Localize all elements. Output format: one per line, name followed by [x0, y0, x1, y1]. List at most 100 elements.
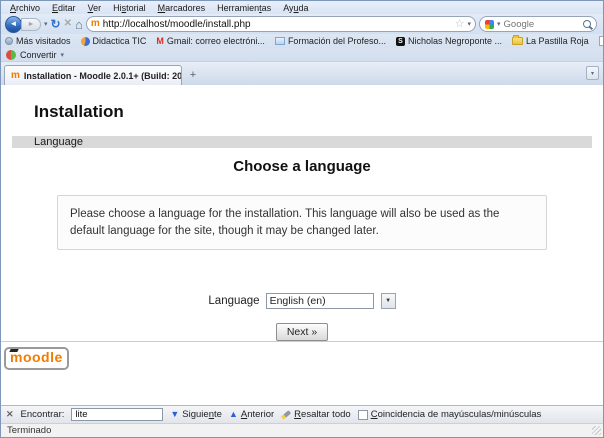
menu-label: er: [93, 3, 101, 13]
bookmark-nicholas-negroponte[interactable]: SNicholas Negroponte ...: [396, 36, 502, 46]
close-icon[interactable]: ✕: [6, 409, 14, 420]
gmail-icon: M: [156, 37, 164, 46]
page-content: Installation Language Choose a language …: [1, 85, 603, 405]
menu-ayuda[interactable]: Ayuda: [278, 3, 313, 13]
match-case-label-part: C: [371, 409, 378, 420]
list-all-tabs-button[interactable]: ▾: [586, 66, 599, 80]
highlight-label-part: R: [294, 409, 301, 420]
find-label: Encontrar:: [21, 409, 65, 420]
bookmark-label: Nicholas Negroponte ...: [408, 36, 502, 46]
forward-button[interactable]: ►: [21, 18, 41, 31]
menu-marcadores[interactable]: Marcadores: [153, 3, 211, 13]
menu-label: rchivo: [16, 3, 40, 13]
info-text: Please choose a language for the install…: [70, 208, 499, 237]
bookmark-mas-visitados[interactable]: Más visitados: [5, 36, 71, 46]
menu-label: da: [299, 3, 309, 13]
page-icon: [599, 36, 604, 46]
match-case-label: Coincidencia de mayúsculas/minúsculas: [371, 409, 542, 420]
next-button[interactable]: Next »: [276, 323, 328, 341]
search-engine-dropdown-icon[interactable]: ▾: [497, 20, 501, 28]
back-icon: ◄: [10, 20, 18, 28]
url-input[interactable]: [103, 19, 452, 30]
reload-button[interactable]: ↻: [51, 18, 61, 30]
menu-label: as: [262, 3, 272, 13]
arrow-down-icon: ▼: [170, 410, 179, 419]
resize-grip[interactable]: [592, 426, 601, 435]
bookmark-label: Gmail: correo electróni...: [167, 36, 265, 46]
find-prev-label-part: nterior: [247, 409, 274, 420]
moodle-logo-text: moodle: [10, 349, 63, 365]
page-title: Installation: [34, 102, 603, 122]
search-input[interactable]: [504, 19, 580, 30]
bookmark-la-pastilla-roja[interactable]: La Pastilla Roja: [512, 36, 589, 46]
search-box[interactable]: ▾: [479, 16, 597, 32]
bookmark-label: Didactica TIC: [93, 36, 147, 46]
bookmark-star-icon[interactable]: ☆: [455, 19, 465, 30]
folder-icon: [512, 37, 523, 45]
moodle-favicon-icon: m: [91, 19, 100, 29]
bookmark-didactica-tic[interactable]: Didactica TIC: [81, 36, 147, 46]
convertir-button[interactable]: Convertir: [20, 50, 57, 60]
highlight-all-button[interactable]: Resaltar todo: [281, 409, 351, 420]
bookmark-label: La Pastilla Roja: [526, 36, 589, 46]
highlight-all-label: Resaltar todo: [294, 409, 351, 420]
find-prev-button[interactable]: ▲ Anterior: [229, 409, 274, 420]
menu-archivo[interactable]: Archivo: [5, 3, 45, 13]
convertir-toolbar: Convertir ▾: [1, 48, 603, 62]
menu-label: ditar: [58, 3, 76, 13]
menu-label: M: [158, 3, 166, 13]
match-case-checkbox[interactable]: [358, 410, 368, 420]
find-input[interactable]: [71, 408, 163, 421]
url-dropdown-icon[interactable]: ▾: [467, 20, 471, 28]
menu-ver[interactable]: Ver: [83, 3, 107, 13]
menu-historial[interactable]: Historial: [108, 3, 151, 13]
bookmark-formacion[interactable]: Formación del Profeso...: [275, 36, 386, 46]
language-label: Language: [208, 295, 259, 307]
back-button[interactable]: ◄: [5, 16, 22, 33]
most-visited-icon: [5, 37, 13, 45]
match-case-label-part: oincidencia de mayúsculas/minúsculas: [378, 409, 542, 420]
formacion-icon: [275, 37, 285, 45]
language-select[interactable]: English (en): [266, 293, 374, 309]
bookmark-label: Formación del Profeso...: [288, 36, 386, 46]
graduation-cap-icon: [9, 349, 18, 352]
highlight-label-part: esaltar todo: [301, 409, 351, 420]
find-bar: ✕ Encontrar: ▼ Siguiente ▲ Anterior Resa…: [1, 405, 603, 423]
language-select-dropdown-button[interactable]: ▼: [381, 293, 396, 309]
didactica-icon: [81, 37, 90, 46]
menu-label: arcadores: [165, 3, 205, 13]
new-tab-button[interactable]: +: [184, 67, 202, 83]
language-select-value: English (en): [270, 295, 326, 307]
url-bar[interactable]: m ☆ ▾: [86, 16, 476, 32]
find-next-button[interactable]: ▼ Siguiente: [170, 409, 222, 420]
status-bar: Terminado: [1, 423, 603, 437]
browser-window: Archivo Editar Ver Historial Marcadores …: [0, 0, 604, 438]
google-logo-icon: [485, 20, 494, 29]
convertir-dropdown-icon[interactable]: ▾: [61, 51, 65, 59]
search-icon[interactable]: [583, 20, 591, 28]
tab-installation[interactable]: m Installation - Moodle 2.0.1+ (Build: 2…: [4, 65, 182, 85]
convert-icon: [6, 50, 16, 60]
bookmark-gmail[interactable]: MGmail: correo electróni...: [156, 36, 265, 46]
moodle-logo[interactable]: moodle: [4, 347, 69, 370]
page-footer: moodle: [1, 341, 603, 405]
menu-label: Hi: [113, 3, 122, 13]
highlighter-icon: [281, 410, 291, 419]
bookmark-1024x[interactable]: 1024x: [599, 36, 604, 46]
menu-editar[interactable]: Editar: [47, 3, 81, 13]
section-label: Language: [34, 136, 83, 148]
menu-herramientas[interactable]: Herramientas: [212, 3, 276, 13]
stop-button[interactable]: ✕: [64, 19, 72, 29]
find-next-label-part: Siguie: [182, 409, 208, 420]
find-prev-label: Anterior: [241, 409, 274, 420]
match-case-option[interactable]: Coincidencia de mayúsculas/minúsculas: [358, 409, 542, 420]
chevron-down-icon: ▼: [385, 298, 391, 304]
history-dropdown-icon[interactable]: ▾: [44, 20, 48, 28]
tab-strip: m Installation - Moodle 2.0.1+ (Build: 2…: [1, 62, 603, 85]
tab-title: Installation - Moodle 2.0.1+ (Build: 20.…: [24, 71, 182, 81]
navigation-toolbar: ◄ ► ▾ ↻ ✕ ⌂ m ☆ ▾ ▾: [1, 14, 603, 34]
arrow-up-icon: ▲: [229, 410, 238, 419]
moodle-favicon-icon: m: [11, 71, 20, 81]
home-button[interactable]: ⌂: [75, 18, 83, 31]
menu-bar: Archivo Editar Ver Historial Marcadores …: [1, 1, 603, 14]
